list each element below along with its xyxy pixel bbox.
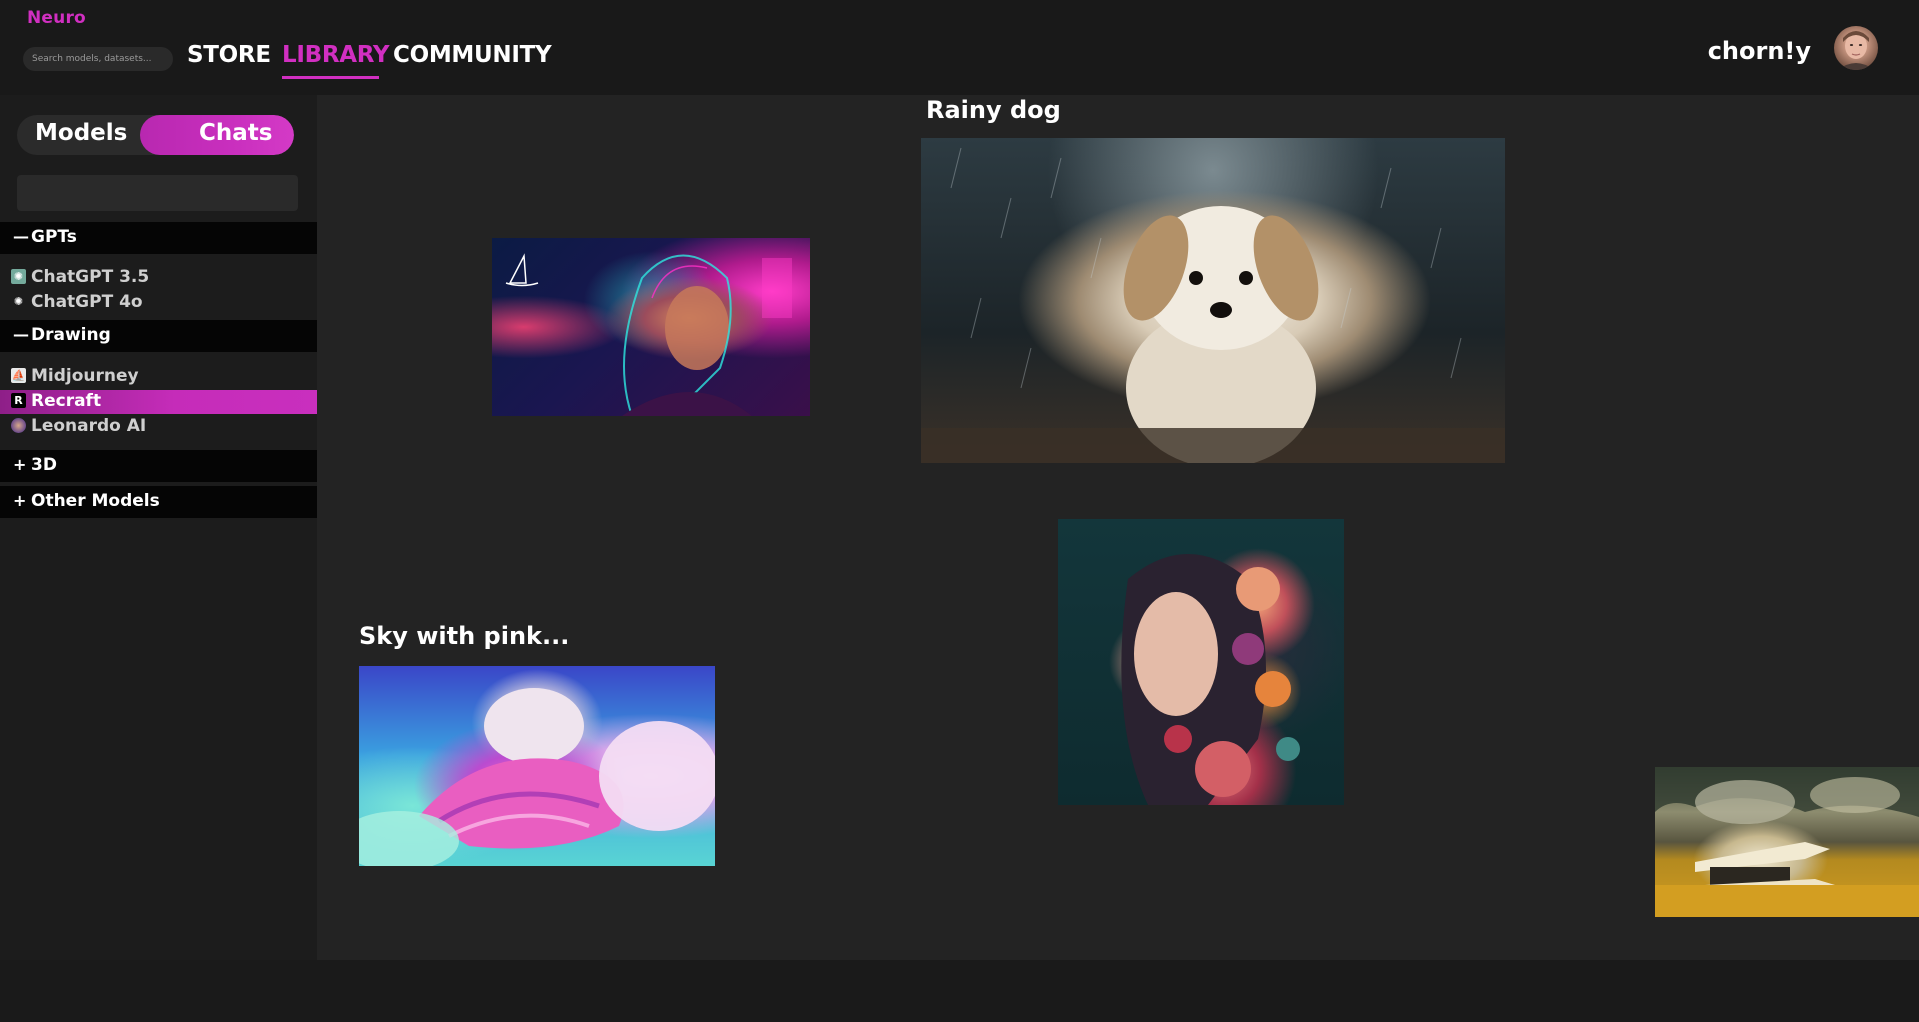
nav-community[interactable]: COMMUNITY bbox=[393, 42, 552, 68]
group-title: Drawing bbox=[31, 325, 111, 345]
collapse-icon: — bbox=[13, 325, 29, 344]
group-title: GPTs bbox=[31, 227, 77, 247]
sidebar-item-label: ChatGPT 4o bbox=[31, 292, 143, 312]
sidebar-item-leonardo-ai[interactable]: Leonardo AI bbox=[0, 415, 317, 439]
collapse-icon: — bbox=[13, 227, 29, 246]
sidebar-item-label: Leonardo AI bbox=[31, 416, 147, 436]
pink-sky-clouds-image bbox=[339, 688, 719, 871]
sidebar-item-label: Recraft bbox=[31, 391, 102, 411]
recraft-icon: R bbox=[11, 393, 26, 408]
sidebar-item-chatgpt-4o[interactable]: ✺ ChatGPT 4o bbox=[0, 291, 317, 315]
futuristic-house-image bbox=[1655, 767, 1919, 917]
expand-icon: + bbox=[13, 491, 27, 510]
group-title: 3D bbox=[31, 455, 57, 475]
user-avatar-icon bbox=[1838, 31, 1874, 70]
card-title[interactable]: Sky with pink... bbox=[359, 622, 569, 650]
library-canvas[interactable]: Rainy dog Sky with pink... bbox=[317, 95, 1919, 960]
bottom-bar bbox=[0, 960, 1919, 1022]
toggle-option-chats[interactable]: Chats bbox=[199, 120, 272, 146]
top-header: Neuro STORE LIBRARY COMMUNITY chorn!y bbox=[0, 0, 1919, 95]
leonardo-icon bbox=[11, 418, 26, 433]
toggle-option-models[interactable]: Models bbox=[35, 120, 127, 146]
chatgpt-icon: ✺ bbox=[11, 269, 26, 284]
group-header-drawing[interactable]: — Drawing bbox=[0, 320, 317, 352]
sidebar-search-input[interactable] bbox=[17, 175, 298, 211]
sidebar-item-chatgpt-3-5[interactable]: ✺ ChatGPT 3.5 bbox=[0, 266, 317, 290]
group-title: Other Models bbox=[31, 491, 160, 511]
nav-active-underline bbox=[282, 76, 379, 79]
username[interactable]: chorn!y bbox=[1708, 37, 1811, 65]
brand-logo[interactable]: Neuro bbox=[27, 8, 86, 28]
cyberpunk-woman-image bbox=[505, 253, 792, 417]
rainy-dog-image bbox=[921, 147, 1505, 468]
card-title[interactable]: Rainy dog bbox=[926, 96, 1061, 124]
expand-icon: + bbox=[13, 455, 27, 474]
search-input[interactable] bbox=[23, 47, 173, 71]
models-chats-toggle[interactable]: Models Chats bbox=[17, 115, 294, 155]
library-card-cyberpunk-woman[interactable] bbox=[492, 238, 810, 417]
sidebar-item-label: ChatGPT 3.5 bbox=[31, 267, 150, 287]
midjourney-icon: ⛵ bbox=[11, 368, 26, 383]
avatar[interactable] bbox=[1834, 26, 1878, 70]
group-header-3d[interactable]: + 3D bbox=[0, 450, 317, 482]
chatgpt-icon: ✺ bbox=[11, 294, 26, 309]
library-card-futuristic-house[interactable] bbox=[1655, 767, 1919, 917]
sidebar-item-midjourney[interactable]: ⛵ Midjourney bbox=[0, 365, 317, 389]
flower-woman-image bbox=[1121, 554, 1300, 805]
sidebar-item-recraft[interactable]: R Recraft bbox=[0, 390, 317, 414]
library-card-flower-woman[interactable] bbox=[1058, 519, 1344, 805]
group-header-other-models[interactable]: + Other Models bbox=[0, 486, 317, 518]
sidebar: Models Chats — GPTs ✺ ChatGPT 3.5 ✺ Chat… bbox=[0, 95, 317, 960]
group-header-gpts[interactable]: — GPTs bbox=[0, 222, 317, 254]
library-card-rainy-dog[interactable] bbox=[921, 138, 1505, 468]
library-card-pink-sky[interactable] bbox=[339, 666, 719, 871]
nav-library[interactable]: LIBRARY bbox=[282, 42, 390, 68]
nav-store[interactable]: STORE bbox=[187, 42, 271, 68]
sidebar-item-label: Midjourney bbox=[31, 366, 139, 386]
